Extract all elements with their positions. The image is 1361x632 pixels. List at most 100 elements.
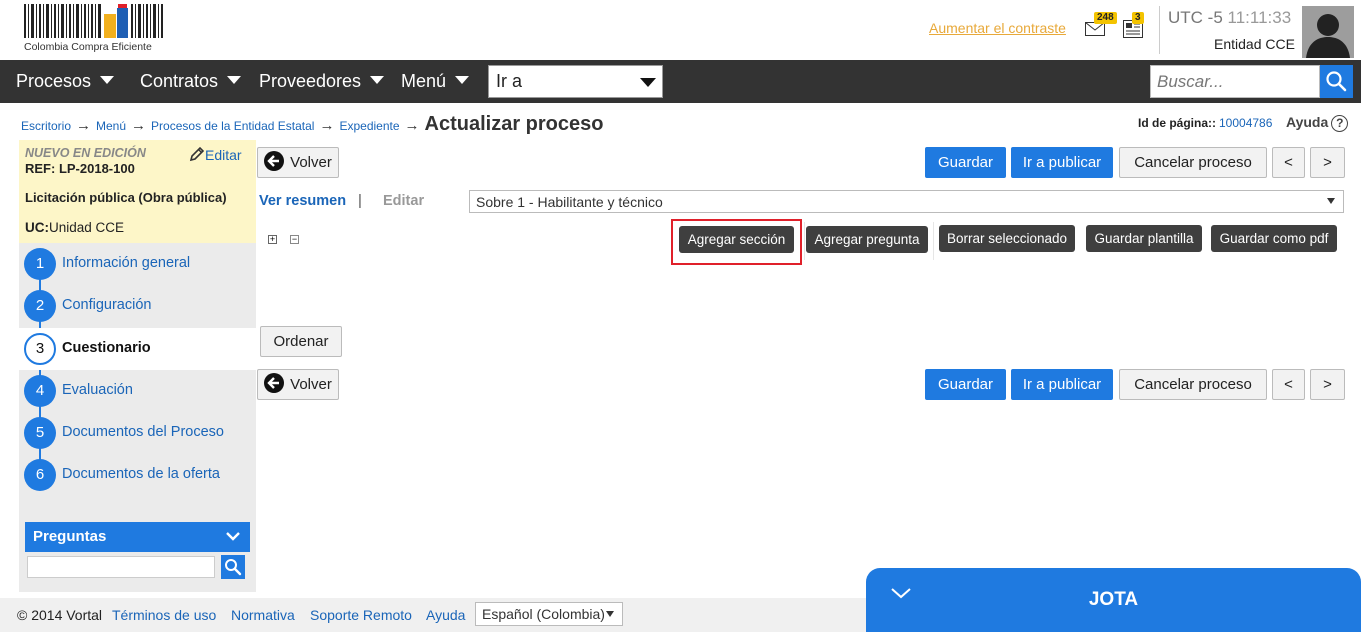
search-button[interactable] [1320,65,1353,98]
process-reference: REF: LP-2018-100 [25,161,135,176]
toolbar-divider [933,222,934,260]
back-label: Volver [290,154,332,171]
timezone-clock: UTC -5 11:11:33 [1168,8,1291,28]
page-title: Actualizar proceso [424,113,604,135]
breadcrumb-entity-processes[interactable]: Procesos de la Entidad Estatal [151,119,314,133]
chat-widget[interactable]: JOTA [866,568,1361,632]
cancel-process-button-bottom[interactable]: Cancelar proceso [1119,369,1267,400]
caret-down-icon [227,76,242,84]
step-general-information[interactable]: 1 Información general [19,243,256,285]
tab-edit[interactable]: Editar [383,193,424,209]
step-number: 2 [24,290,56,322]
goto-select-value: Ir a [496,71,523,91]
nav-menu-suppliers[interactable]: Proveedores [259,60,385,103]
add-question-button[interactable]: Agregar pregunta [806,226,928,253]
footer-link-remote-support[interactable]: Soporte Remoto [310,607,412,623]
magnifier-icon [225,559,242,576]
nav-menu-menu[interactable]: Menú [401,60,470,103]
chevron-down-icon [226,532,240,541]
step-evaluation[interactable]: 4 Evaluación [19,370,256,412]
increase-contrast-link[interactable]: Aumentar el contraste [929,20,1066,36]
arrow-right-icon: → [404,117,420,134]
step-number: 6 [24,459,56,491]
dropdown-arrow-icon [606,611,614,617]
footer-link-regulations[interactable]: Normativa [231,607,295,623]
save-template-button[interactable]: Guardar plantilla [1086,225,1202,252]
notifications-button[interactable]: 3 [1122,12,1152,40]
next-button-top[interactable]: > [1310,147,1345,178]
back-button-bottom[interactable]: Volver [257,369,339,400]
goto-select[interactable]: Ir a [488,65,663,98]
messages-count-badge: 248 [1094,12,1117,24]
save-button-top[interactable]: Guardar [925,147,1006,178]
expand-all-icon[interactable]: + [268,235,277,244]
edit-label: Editar [205,147,242,163]
edit-process-link[interactable]: Editar [189,146,242,163]
sort-button[interactable]: Ordenar [260,326,342,357]
nav-menu-processes[interactable]: Procesos [16,60,115,103]
step-number: 5 [24,417,56,449]
step-configuration[interactable]: 2 Configuración [19,285,256,327]
questions-panel-header[interactable]: Preguntas [25,522,250,552]
nav-label: Procesos [16,71,92,91]
publish-button-bottom[interactable]: Ir a publicar [1011,369,1113,400]
logo-text: Colombia Compra Eficiente [24,41,152,53]
step-process-documents[interactable]: 5 Documentos del Proceso [19,412,256,454]
purchasing-unit: UC:Unidad CCE [25,220,124,235]
header-divider [1159,6,1160,54]
tab-view-summary[interactable]: Ver resumen [259,193,346,209]
collapse-all-icon[interactable]: − [290,235,299,244]
cancel-process-button-top[interactable]: Cancelar proceso [1119,147,1267,178]
envelope-select[interactable]: Sobre 1 - Habilitante y técnico [469,190,1344,213]
dropdown-arrow-icon [640,78,656,87]
footer-link-help[interactable]: Ayuda [426,607,465,623]
timezone-label: UTC -5 [1168,8,1223,27]
help-link[interactable]: Ayuda? [1286,114,1349,132]
delete-selected-button[interactable]: Borrar seleccionado [939,225,1075,252]
page-id-value[interactable]: 10004786 [1219,116,1272,130]
step-label: Información general [62,255,191,271]
breadcrumb-file[interactable]: Expediente [339,119,399,133]
magnifier-icon [1326,71,1347,92]
breadcrumb: Escritorio → Menú → Procesos de la Entidad E… [21,113,603,137]
tab-separator: | [358,192,362,209]
questions-title: Preguntas [33,528,107,545]
back-button-top[interactable]: Volver [257,147,339,178]
previous-button-bottom[interactable]: < [1272,369,1305,400]
highlight-box [671,219,802,265]
language-select[interactable]: Español (Colombia) [475,602,623,626]
breadcrumb-desktop[interactable]: Escritorio [21,119,71,133]
questions-search-input[interactable] [27,556,215,578]
colombia-compra-eficiente-logo[interactable]: Colombia Compra Eficiente [24,4,164,54]
messages-button[interactable]: 248 [1084,12,1120,40]
next-button-bottom[interactable]: > [1310,369,1345,400]
save-button-bottom[interactable]: Guardar [925,369,1006,400]
footer-link-terms[interactable]: Términos de uso [112,607,216,623]
user-avatar[interactable] [1302,6,1354,58]
process-type: Licitación pública (Obra pública) [25,190,227,205]
save-as-pdf-button[interactable]: Guardar como pdf [1211,225,1337,252]
step-offer-documents[interactable]: 6 Documentos de la oferta [19,454,256,496]
arrow-right-icon: → [319,117,335,134]
copyright: © 2014 Vortal [17,607,103,623]
nav-menu-contracts[interactable]: Contratos [140,60,242,103]
envelope-select-value: Sobre 1 - Habilitante y técnico [476,194,663,210]
breadcrumb-menu[interactable]: Menú [96,119,126,133]
clock-time: 11:11:33 [1227,8,1292,27]
step-questionnaire[interactable]: 3 Cuestionario [19,328,256,370]
step-label: Cuestionario [62,340,151,356]
arrow-right-icon: → [76,117,92,134]
nav-label: Proveedores [259,71,362,91]
questions-search-button[interactable] [221,555,245,579]
process-info-box: NUEVO EN EDICIÓN REF: LP-2018-100 Editar… [19,140,256,243]
publish-button-top[interactable]: Ir a publicar [1011,147,1113,178]
dropdown-arrow-icon [1327,198,1335,204]
toolbar-divider [804,222,805,260]
nav-label: Menú [401,71,447,91]
step-label: Evaluación [62,382,133,398]
process-status: NUEVO EN EDICIÓN [25,146,146,160]
previous-button-top[interactable]: < [1272,147,1305,178]
notifications-count-badge: 3 [1132,12,1144,24]
arrow-left-circle-icon [264,151,285,171]
search-input[interactable] [1150,65,1320,98]
